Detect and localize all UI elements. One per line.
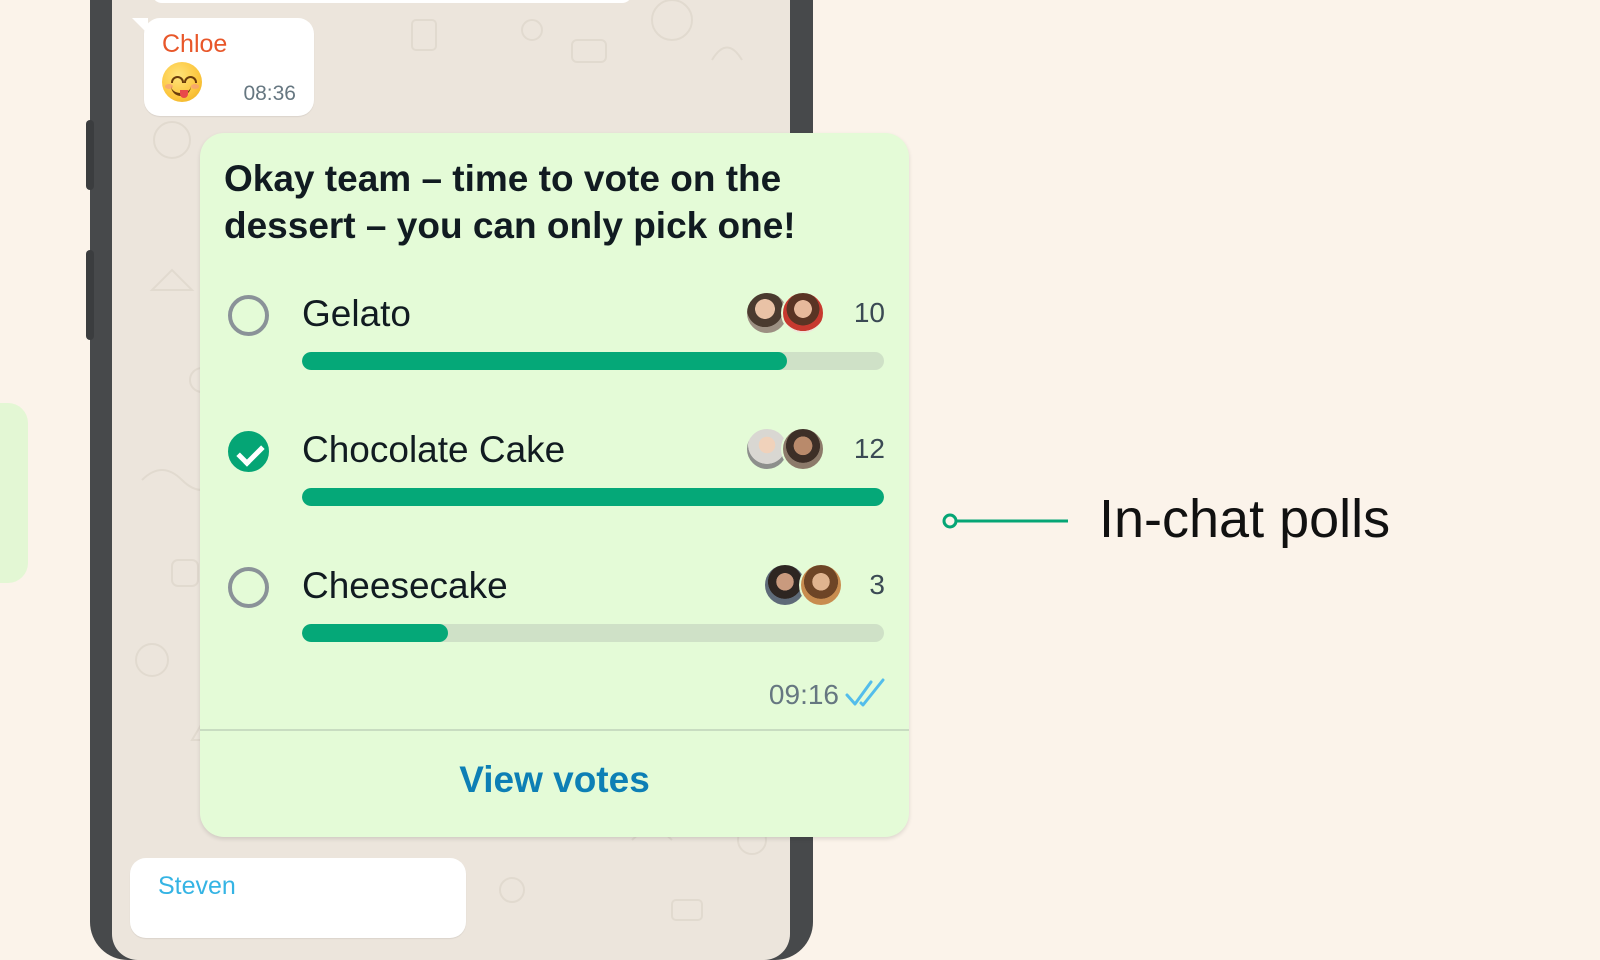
sender-name: Chloe [162,30,228,58]
check-icon [236,438,265,467]
avatar [781,291,825,335]
message-bubble-steven[interactable]: Steven [130,858,466,938]
avatar [781,427,825,471]
voter-avatars[interactable] [763,563,847,609]
poll-option-cheesecake[interactable]: Cheesecake 3 [200,553,909,663]
vote-count: 3 [869,569,885,600]
smiling-face-emoji-icon [162,62,202,102]
poll-question: Okay team – time to vote on the dessert … [224,158,796,246]
poll-option-chocolate-cake[interactable]: Chocolate Cake 12 [200,417,909,527]
poll-option-gelato[interactable]: Gelato 10 [200,281,909,391]
option-label: Chocolate Cake [302,429,566,470]
annotation-label: In-chat polls [1099,489,1391,549]
voter-avatars[interactable] [745,291,829,337]
annotation-connector [942,513,1068,529]
vote-count: 12 [853,433,885,464]
divider [200,729,909,731]
double-check-read-icon [845,678,885,707]
vote-progress-bar [302,352,884,370]
avatar [799,563,843,607]
vote-progress-fill [302,488,884,506]
left-partial-bubble [0,403,28,583]
bubble-tail [132,18,148,34]
option-label: Cheesecake [302,565,508,606]
vote-progress-fill [302,624,448,642]
radio-button-checked[interactable] [228,431,269,472]
poll-card: Okay team – time to vote on the dessert … [200,133,909,837]
poll-time: 09:16 [768,679,839,710]
phone-side-button [86,120,94,190]
vote-progress-bar [302,624,884,642]
vote-progress-fill [302,352,787,370]
message-time: 08:36 [243,82,296,105]
vote-progress-bar [302,488,884,506]
view-votes-button[interactable]: View votes [200,759,909,801]
voter-avatars[interactable] [745,427,829,473]
radio-button[interactable] [228,295,269,336]
option-label: Gelato [302,293,412,334]
message-bubble-chloe[interactable]: Chloe 08:36 [132,18,314,116]
sender-name: Steven [158,872,236,900]
vote-count: 10 [853,297,885,328]
phone-side-button [86,250,94,340]
radio-button[interactable] [228,567,269,608]
partial-message-bubble [152,0,632,3]
